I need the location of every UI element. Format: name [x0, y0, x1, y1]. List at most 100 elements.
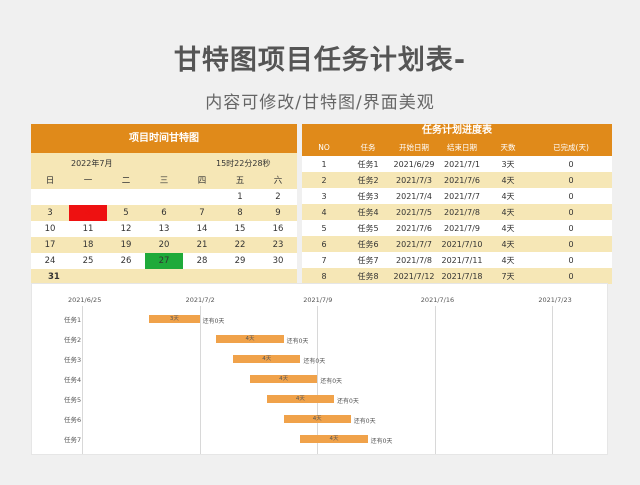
- calendar-day[interactable]: 19: [107, 237, 145, 253]
- calendar-day[interactable]: 15: [221, 221, 259, 237]
- table-cell: 8: [302, 268, 346, 284]
- calendar-day[interactable]: 20: [145, 237, 183, 253]
- gantt-remaining-label: 还有0天: [202, 318, 225, 325]
- weekday-header: 日: [31, 173, 69, 189]
- gantt-bar[interactable]: 4天: [250, 375, 318, 383]
- table-cell: 5: [302, 220, 346, 236]
- table-cell: 任务7: [346, 252, 390, 268]
- column-header: 天数: [486, 138, 530, 156]
- table-cell: 2021/7/9: [438, 220, 486, 236]
- calendar-month: 2022年7月: [71, 159, 113, 168]
- calendar-day[interactable]: 23: [259, 237, 297, 253]
- calendar-day[interactable]: 9: [259, 205, 297, 221]
- calendar-day[interactable]: 21: [183, 237, 221, 253]
- table-cell: 任务8: [346, 268, 390, 284]
- gantt-remaining-label: 还有0天: [337, 398, 359, 405]
- calendar-meta: 2022年7月 15时22分28秒: [31, 153, 297, 173]
- gantt-task-label: 任务5: [64, 396, 82, 404]
- calendar-day[interactable]: 30: [259, 253, 297, 269]
- gantt-bar[interactable]: 4天: [233, 355, 301, 363]
- calendar-day[interactable]: 17: [31, 237, 69, 253]
- gantt-grid-line: [199, 306, 201, 454]
- calendar-day[interactable]: 3: [31, 205, 69, 221]
- table-cell: 2021/7/6: [438, 172, 486, 188]
- weekday-header: 五: [221, 173, 259, 189]
- table-cell: 0: [530, 252, 612, 268]
- calendar-clock: 15时22分28秒: [216, 159, 271, 168]
- calendar-day[interactable]: 24: [31, 253, 69, 269]
- table-cell: 1: [302, 156, 346, 172]
- calendar-day[interactable]: 12: [107, 221, 145, 237]
- table-cell: 任务1: [346, 156, 390, 172]
- calendar-day[interactable]: 13: [145, 221, 183, 237]
- table-cell: 3: [302, 188, 346, 204]
- table-cell: 2021/7/5: [390, 204, 438, 220]
- calendar-day[interactable]: 22: [221, 237, 259, 253]
- table-row[interactable]: 2 任务2 2021/7/3 2021/7/6 4天 0: [302, 172, 612, 188]
- gantt-bar[interactable]: 4天: [283, 415, 351, 423]
- table-cell: 2: [302, 172, 346, 188]
- calendar-day[interactable]: 29: [221, 253, 259, 269]
- calendar-day[interactable]: 26: [107, 253, 145, 269]
- table-cell: 2021/7/11: [438, 252, 486, 268]
- table-cell: 0: [530, 156, 612, 172]
- weekday-header: 六: [259, 173, 297, 189]
- calendar-day[interactable]: 10: [31, 221, 69, 237]
- table-row[interactable]: 8 任务8 2021/7/12 2021/7/18 7天 0: [302, 268, 612, 284]
- column-header: 开始日期: [390, 138, 438, 156]
- table-cell: 0: [530, 188, 612, 204]
- table-cell: 2021/7/10: [438, 236, 486, 252]
- calendar-day[interactable]: 27: [145, 253, 183, 269]
- calendar-day[interactable]: 5: [107, 205, 145, 221]
- calendar-day[interactable]: 11: [69, 221, 107, 237]
- gantt-bar[interactable]: 4天: [266, 395, 334, 403]
- calendar-day[interactable]: 16: [259, 221, 297, 237]
- table-cell: 7天: [486, 268, 530, 284]
- table-cell: 任务3: [346, 188, 390, 204]
- table-row[interactable]: 5 任务5 2021/7/6 2021/7/9 4天 0: [302, 220, 612, 236]
- calendar-day[interactable]: 14: [183, 221, 221, 237]
- table-cell: 0: [530, 236, 612, 252]
- table-row[interactable]: 6 任务6 2021/7/7 2021/7/10 4天 0: [302, 236, 612, 252]
- gantt-task-label: 任务6: [64, 416, 82, 424]
- calendar-day[interactable]: 28: [183, 253, 221, 269]
- table-row[interactable]: 3 任务3 2021/7/4 2021/7/7 4天 0: [302, 188, 612, 204]
- gantt-task-label: 任务4: [64, 376, 82, 384]
- table-cell: 2021/7/6: [390, 220, 438, 236]
- gantt-bar[interactable]: 3天: [149, 315, 200, 323]
- calendar-empty: [145, 189, 183, 205]
- table-cell: 0: [530, 204, 612, 220]
- calendar-day[interactable]: 4: [69, 205, 107, 221]
- table-cell: 6: [302, 236, 346, 252]
- calendar-day[interactable]: 6: [145, 205, 183, 221]
- gantt-remaining-label: 还有0天: [320, 378, 343, 385]
- table-cell: 4天: [486, 220, 530, 236]
- gantt-grid-line: [82, 306, 83, 454]
- calendar-panel: 项目时间甘特图 2022年7月 15时22分28秒 日一二三四五六1234567…: [31, 124, 297, 285]
- table-cell: 2021/7/7: [390, 236, 438, 252]
- gantt-bar[interactable]: 4天: [300, 435, 368, 443]
- table-row[interactable]: 1 任务1 2021/6/29 2021/7/1 3天 0: [302, 156, 612, 172]
- calendar-day[interactable]: 7: [183, 205, 221, 221]
- gantt-grid-line: [552, 306, 554, 454]
- column-header: 任务: [346, 138, 390, 156]
- table-cell: 2021/7/1: [438, 156, 486, 172]
- table-cell: 0: [530, 172, 612, 188]
- gantt-grid-line: [434, 306, 436, 454]
- table-cell: 2021/7/3: [390, 172, 438, 188]
- calendar-day[interactable]: 25: [69, 253, 107, 269]
- table-row[interactable]: 4 任务4 2021/7/5 2021/7/8 4天 0: [302, 204, 612, 220]
- table-cell: 4: [302, 204, 346, 220]
- calendar-day[interactable]: 1: [221, 189, 259, 205]
- table-cell: 2021/7/8: [438, 204, 486, 220]
- gantt-remaining-label: 还有0天: [303, 358, 326, 365]
- column-header: 已完成(天): [530, 138, 612, 156]
- calendar-day[interactable]: 18: [69, 237, 107, 253]
- gantt-date-label: 2021/7/2: [185, 296, 215, 304]
- table-row[interactable]: 7 任务7 2021/7/8 2021/7/11 4天 0: [302, 252, 612, 268]
- calendar-day[interactable]: 8: [221, 205, 259, 221]
- weekday-header: 四: [183, 173, 221, 189]
- table-cell: 2021/6/29: [390, 156, 438, 172]
- calendar-day[interactable]: 2: [259, 189, 297, 205]
- gantt-bar[interactable]: 4天: [216, 335, 284, 343]
